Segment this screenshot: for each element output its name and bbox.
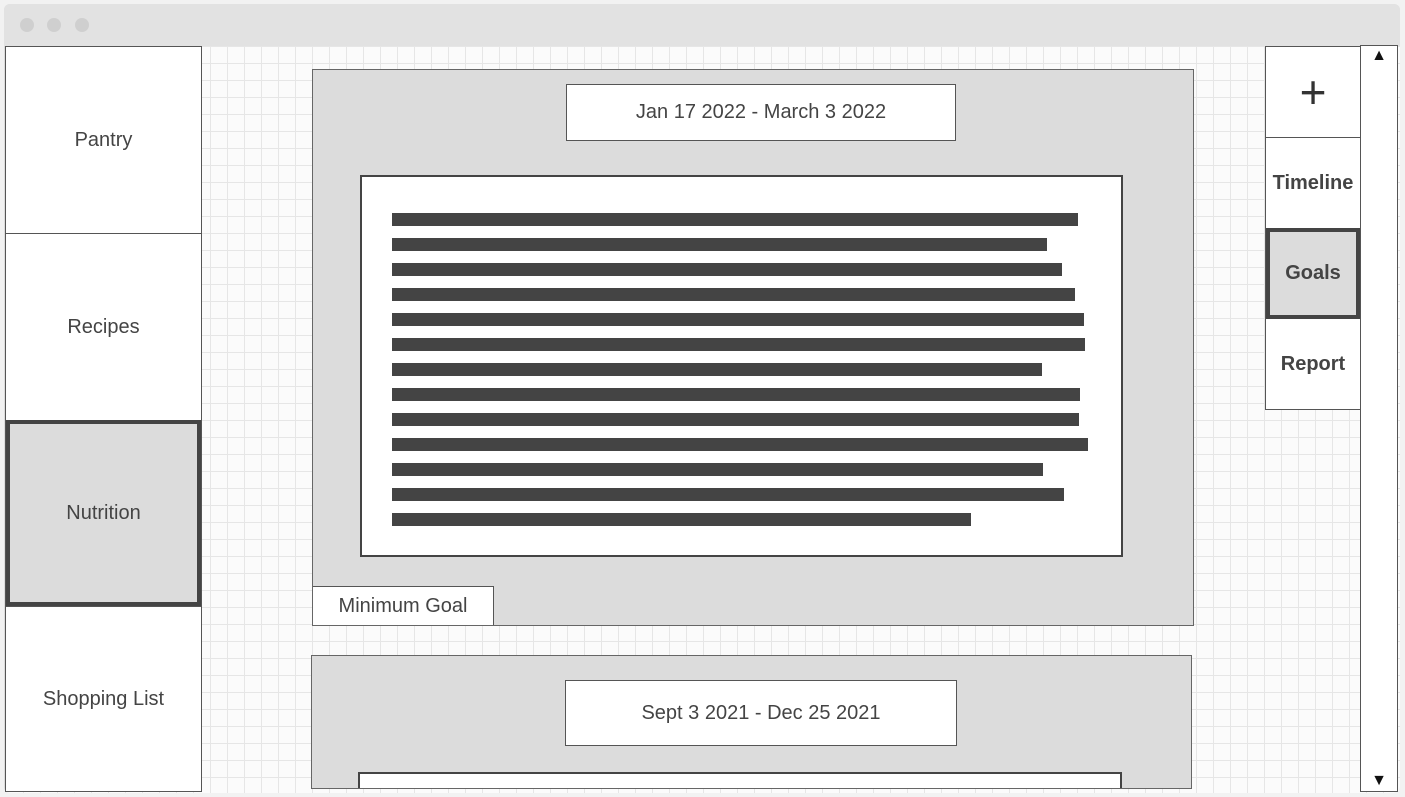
date-range-label: Sept 3 2021 - Dec 25 2021 — [565, 680, 957, 746]
placeholder-text-line — [392, 513, 971, 526]
plus-icon: + — [1299, 66, 1327, 118]
sidebar-item-label: Pantry — [74, 128, 133, 151]
placeholder-text-line — [392, 338, 1085, 351]
sidebar-item-shopping-list[interactable]: Shopping List — [6, 606, 201, 791]
sidebar-nav: Pantry Recipes Nutrition Shopping List — [5, 46, 202, 792]
tab-goals[interactable]: Goals — [1266, 228, 1360, 319]
tab-label: Timeline — [1272, 171, 1354, 194]
tab-label: Goals — [1285, 262, 1341, 284]
goal-text-area — [360, 175, 1123, 557]
sidebar-item-label: Shopping List — [42, 687, 165, 710]
sidebar-item-nutrition[interactable]: Nutrition — [6, 420, 201, 606]
sidebar-item-label: Recipes — [67, 315, 140, 338]
goal-type-label[interactable]: Minimum Goal — [313, 586, 494, 625]
vertical-scrollbar[interactable]: ▲ ▼ — [1360, 45, 1398, 792]
tab-timeline[interactable]: Timeline — [1266, 137, 1360, 228]
title-bar — [4, 4, 1400, 46]
sidebar-item-label: Nutrition — [66, 501, 141, 524]
placeholder-text-line — [392, 313, 1084, 326]
minimize-window-dot[interactable] — [47, 18, 61, 32]
sidebar-item-pantry[interactable]: Pantry — [6, 47, 201, 233]
placeholder-text-line — [392, 263, 1062, 276]
goal-card: Sept 3 2021 - Dec 25 2021 — [311, 655, 1192, 789]
placeholder-text-line — [392, 288, 1075, 301]
goal-card: Jan 17 2022 - March 3 2022 Minimum Goal — [312, 69, 1194, 626]
tab-report[interactable]: Report — [1266, 319, 1360, 409]
scroll-down-icon[interactable]: ▼ — [1361, 772, 1397, 790]
maximize-window-dot[interactable] — [75, 18, 89, 32]
placeholder-text-line — [392, 363, 1042, 376]
tab-label: Report — [1280, 352, 1346, 375]
placeholder-text-line — [392, 388, 1080, 401]
date-range-label: Jan 17 2022 - March 3 2022 — [566, 84, 956, 141]
close-window-dot[interactable] — [20, 18, 34, 32]
sidebar-item-recipes[interactable]: Recipes — [6, 233, 201, 420]
placeholder-text-line — [392, 413, 1079, 426]
add-button[interactable]: + — [1266, 47, 1360, 137]
placeholder-text-line — [392, 438, 1088, 451]
placeholder-text-line — [392, 463, 1043, 476]
placeholder-text-line — [392, 238, 1047, 251]
placeholder-text-line — [392, 213, 1078, 226]
placeholder-text-line — [392, 488, 1064, 501]
scroll-up-icon[interactable]: ▲ — [1361, 47, 1397, 65]
right-nav: + Timeline Goals Report — [1265, 46, 1361, 410]
goal-text-area — [358, 772, 1122, 788]
